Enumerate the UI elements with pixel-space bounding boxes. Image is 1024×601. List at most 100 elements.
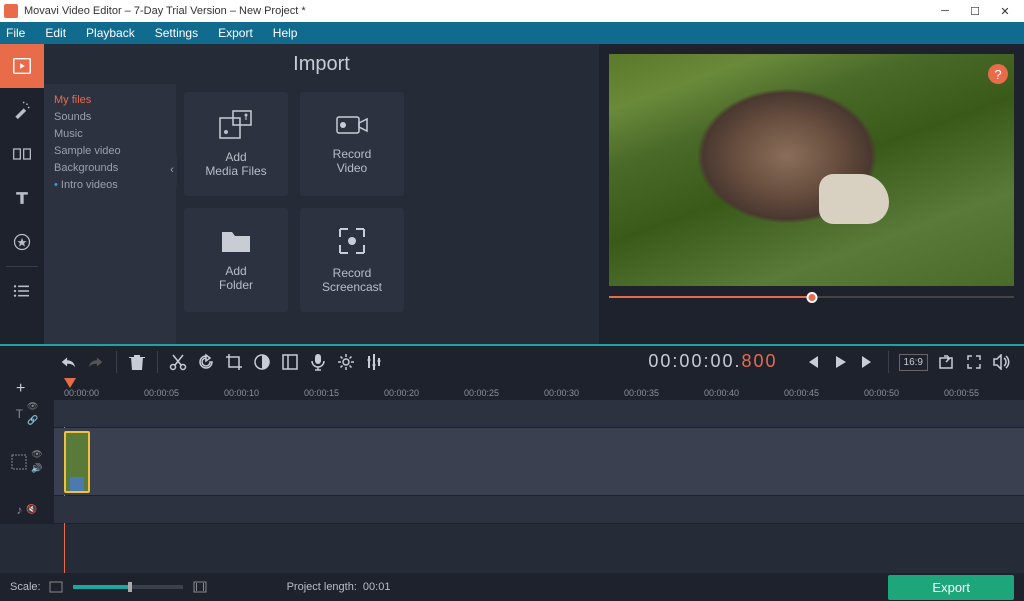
volume-button[interactable] [989, 349, 1015, 375]
preview-thumbnail[interactable] [609, 54, 1014, 286]
clip-settings-button[interactable] [333, 349, 359, 375]
film-track-icon [11, 454, 27, 470]
ruler-tick: 00:00:15 [304, 388, 339, 398]
ruler-tick: 00:00:45 [784, 388, 819, 398]
timeline-ruler[interactable]: + 00:00:00 00:00:05 00:00:10 00:00:15 00… [0, 378, 1024, 400]
delete-button[interactable] [124, 349, 150, 375]
eye-icon[interactable]: 👁 [27, 401, 38, 412]
transitions-icon [12, 144, 32, 164]
import-categories: My files Sounds Music Sample video Backg… [44, 84, 176, 344]
redo-button[interactable] [83, 349, 109, 375]
zoom-out-icon[interactable] [49, 581, 63, 593]
menu-help[interactable]: Help [273, 26, 298, 40]
tile-record-video[interactable]: Record Video [300, 92, 404, 196]
window-titlebar: Movavi Video Editor – 7-Day Trial Versio… [0, 0, 1024, 22]
text-icon [12, 188, 32, 208]
status-bar: Scale: Project length: 00:01 Export [0, 573, 1024, 601]
collapse-categories[interactable]: ‹ [167, 152, 177, 188]
tile-label: Add Media Files [205, 150, 266, 178]
eye-icon[interactable]: 👁 [31, 449, 42, 460]
window-close[interactable]: ✕ [990, 1, 1020, 21]
audio-track-lane[interactable] [54, 496, 1024, 523]
video-track: 👁🔊 [0, 428, 1024, 496]
timecode: 00:00:00.800 [648, 351, 777, 373]
mode-import[interactable] [0, 44, 44, 88]
mode-filters[interactable] [0, 88, 44, 132]
window-maximize[interactable]: ☐ [960, 1, 990, 21]
record-audio-button[interactable] [305, 349, 331, 375]
project-length-label: Project length: [287, 581, 357, 593]
media-files-icon [219, 110, 253, 140]
zoom-in-icon[interactable] [193, 581, 207, 593]
mode-toolbar [0, 44, 44, 344]
cat-music[interactable]: Music [54, 126, 166, 143]
magic-wand-icon [12, 100, 32, 120]
mode-titles[interactable] [0, 176, 44, 220]
tile-record-screencast[interactable]: Record Screencast [300, 208, 404, 312]
app-logo [4, 4, 18, 18]
cat-sample-video[interactable]: Sample video [54, 143, 166, 160]
tile-label: Record Screencast [322, 266, 382, 294]
mute-icon[interactable]: 🔇 [26, 504, 37, 515]
cat-backgrounds[interactable]: Backgrounds [54, 160, 166, 177]
prev-frame-button[interactable] [799, 349, 825, 375]
undo-button[interactable] [55, 349, 81, 375]
add-track-button[interactable]: + [16, 380, 25, 398]
preview-seekbar[interactable] [609, 290, 1014, 304]
menu-file[interactable]: File [6, 26, 25, 40]
menu-settings[interactable]: Settings [155, 26, 198, 40]
color-adjust-button[interactable] [249, 349, 275, 375]
speaker-icon[interactable]: 🔊 [31, 463, 42, 474]
audio-track: ♪🔇 [0, 496, 1024, 524]
menu-export[interactable]: Export [218, 26, 253, 40]
play-button[interactable] [827, 349, 853, 375]
help-button[interactable]: ? [988, 64, 1008, 84]
ruler-tick: 00:00:25 [464, 388, 499, 398]
mode-transitions[interactable] [0, 132, 44, 176]
menu-playback[interactable]: Playback [86, 26, 135, 40]
tile-add-media[interactable]: Add Media Files [184, 92, 288, 196]
film-icon [11, 55, 33, 77]
ruler-tick: 00:00:40 [704, 388, 739, 398]
popup-preview-button[interactable] [933, 349, 959, 375]
video-clip[interactable] [64, 431, 90, 493]
title-track: T 👁 🔗 [0, 400, 1024, 428]
export-button[interactable]: Export [888, 575, 1014, 600]
cat-intro-videos[interactable]: Intro videos [54, 177, 166, 194]
tile-label: Add Folder [219, 264, 253, 292]
clip-properties-button[interactable] [277, 349, 303, 375]
next-frame-button[interactable] [855, 349, 881, 375]
seekbar-knob[interactable] [806, 292, 817, 303]
text-track-icon: T [16, 407, 23, 421]
tile-add-folder[interactable]: Add Folder [184, 208, 288, 312]
aspect-ratio-select[interactable]: 16:9 [899, 354, 928, 371]
screencast-icon [337, 226, 367, 256]
ruler-tick: 00:00:05 [144, 388, 179, 398]
scale-slider[interactable] [73, 585, 183, 589]
star-circle-icon [12, 232, 32, 252]
ruler-tick: 00:00:55 [944, 388, 979, 398]
music-note-icon: ♪ [16, 503, 22, 517]
crop-button[interactable] [221, 349, 247, 375]
ruler-tick: 00:00:20 [384, 388, 419, 398]
mode-stickers[interactable] [0, 220, 44, 264]
cat-my-files[interactable]: My files [54, 92, 166, 109]
title-track-lane[interactable] [54, 400, 1024, 427]
preview-panel: ? [599, 44, 1024, 344]
folder-icon [220, 228, 252, 254]
cut-button[interactable] [165, 349, 191, 375]
link-icon[interactable]: 🔗 [27, 415, 38, 426]
video-track-lane[interactable] [54, 428, 1024, 495]
mode-more[interactable] [0, 269, 44, 313]
editor-toolbar: 00:00:00.800 16:9 [0, 344, 1024, 378]
ruler-tick: 00:00:50 [864, 388, 899, 398]
rotate-button[interactable] [193, 349, 219, 375]
camera-icon [335, 113, 369, 137]
fullscreen-button[interactable] [961, 349, 987, 375]
window-minimize[interactable]: ─ [930, 1, 960, 21]
menu-edit[interactable]: Edit [45, 26, 66, 40]
window-title: Movavi Video Editor – 7-Day Trial Versio… [24, 5, 306, 17]
timeline: + 00:00:00 00:00:05 00:00:10 00:00:15 00… [0, 378, 1024, 573]
cat-sounds[interactable]: Sounds [54, 109, 166, 126]
audio-properties-button[interactable] [361, 349, 387, 375]
